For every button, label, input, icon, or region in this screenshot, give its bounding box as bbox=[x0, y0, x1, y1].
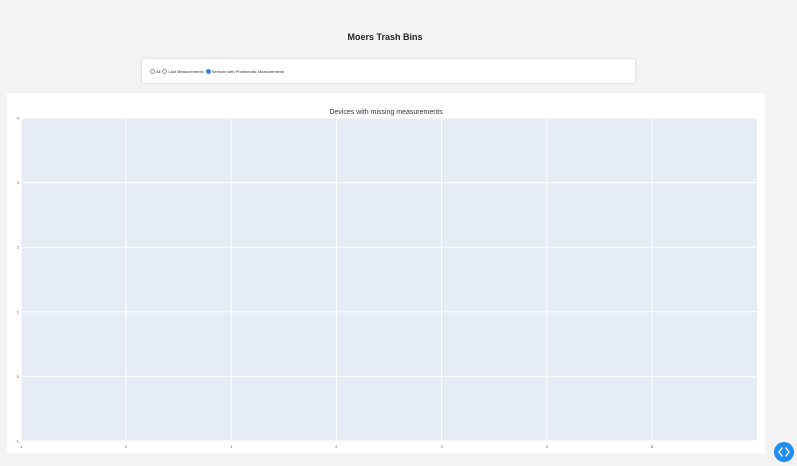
chart-title: Devices with missing measurements bbox=[329, 109, 443, 116]
x-tick-label: 3 bbox=[440, 444, 443, 449]
y-tick-label: 3 bbox=[17, 180, 20, 185]
radio-label-all: All bbox=[156, 68, 161, 74]
missing-measurements-chart: -1 0 1 2 3 4 5 -1 0 1 2 3 4 Devices with missing mea… bbox=[15, 109, 757, 449]
x-tick-label: 5 bbox=[651, 444, 654, 449]
radio-option-all[interactable]: All bbox=[150, 68, 161, 74]
x-tick-label: 1 bbox=[230, 444, 233, 449]
page: Moers Trash Bins All Last Measurements S… bbox=[0, 0, 797, 466]
y-tick-label: -1 bbox=[15, 439, 19, 444]
devtools-toggle-button[interactable] bbox=[774, 442, 794, 462]
code-brackets-icon bbox=[778, 447, 790, 457]
radio-option-problematic-sensors[interactable]: Sensors with Problematic Measurements bbox=[205, 68, 285, 74]
radio-button-all[interactable] bbox=[150, 68, 155, 74]
x-tick-label: 0 bbox=[125, 444, 128, 449]
x-tick-label: 4 bbox=[546, 444, 549, 449]
filter-card: All Last Measurements Sensors with Probl… bbox=[142, 59, 635, 83]
radio-label-problematic-sensors: Sensors with Problematic Measurements bbox=[211, 68, 285, 74]
page-title: Moers Trash Bins bbox=[347, 32, 423, 42]
view-radio-group: All Last Measurements Sensors with Probl… bbox=[150, 68, 286, 74]
y-tick-label: 2 bbox=[17, 245, 20, 250]
y-tick-label: 1 bbox=[17, 309, 20, 314]
chart-card: -1 0 1 2 3 4 5 -1 0 1 2 3 4 Devices with missing mea… bbox=[7, 93, 765, 453]
y-tick-label: 0 bbox=[17, 374, 20, 379]
x-tick-label: 2 bbox=[335, 444, 338, 449]
radio-button-problematic-sensors[interactable] bbox=[205, 68, 211, 74]
radio-label-last-measurements: Last Measurements bbox=[168, 68, 204, 74]
radio-button-last-measurements[interactable] bbox=[162, 68, 168, 74]
y-tick-label: 4 bbox=[17, 116, 20, 121]
x-tick-label: -1 bbox=[19, 444, 23, 449]
radio-option-last-measurements[interactable]: Last Measurements bbox=[162, 68, 204, 74]
plot-area bbox=[21, 118, 757, 441]
